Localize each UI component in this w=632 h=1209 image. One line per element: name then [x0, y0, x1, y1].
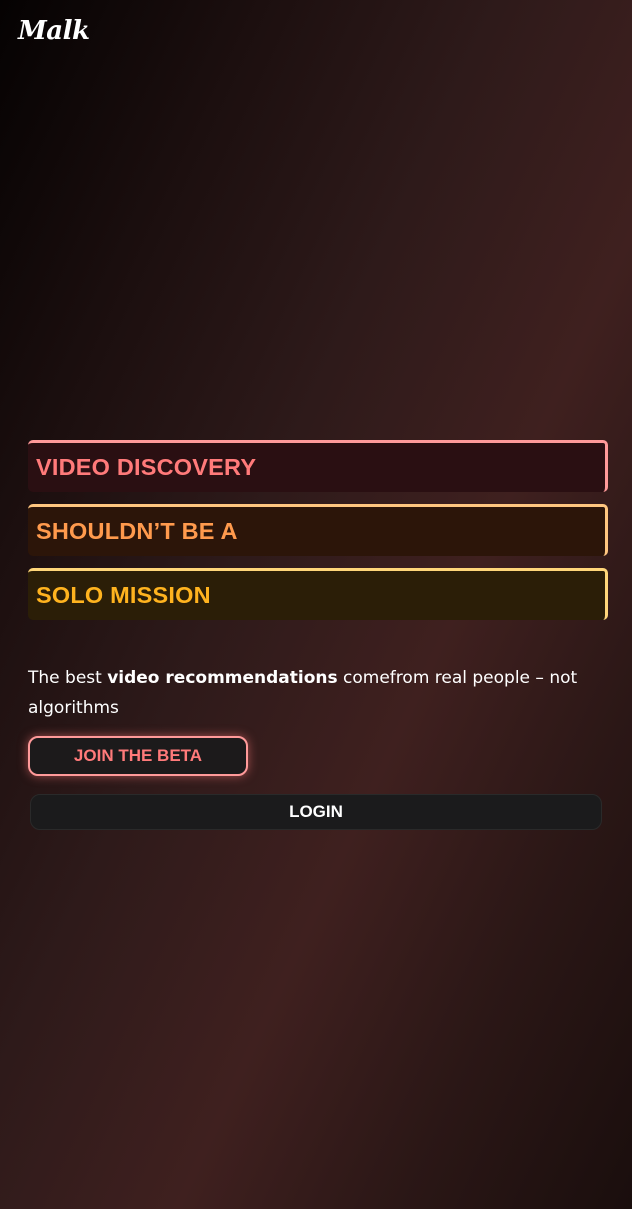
- tagline-bold: video recommendations: [107, 668, 338, 688]
- headline-line-1: VIDEO DISCOVERY: [28, 440, 608, 492]
- headline-line-1-text: VIDEO DISCOVERY: [36, 454, 257, 480]
- login-button[interactable]: LOGIN: [30, 794, 602, 830]
- headline-line-2: SHOULDN’T BE A: [28, 504, 608, 556]
- headline-line-3: SOLO MISSION: [28, 568, 608, 620]
- tagline: The best video recommendations comefrom …: [28, 663, 588, 723]
- join-beta-button[interactable]: JOIN THE BETA: [28, 736, 248, 776]
- headline-line-3-text: SOLO MISSION: [36, 582, 211, 608]
- login-label: LOGIN: [289, 802, 343, 821]
- brand-logo[interactable]: Malk: [18, 16, 90, 46]
- headline-line-2-text: SHOULDN’T BE A: [36, 518, 238, 544]
- join-beta-label: JOIN THE BETA: [73, 746, 203, 765]
- tagline-prefix: The best: [28, 668, 108, 688]
